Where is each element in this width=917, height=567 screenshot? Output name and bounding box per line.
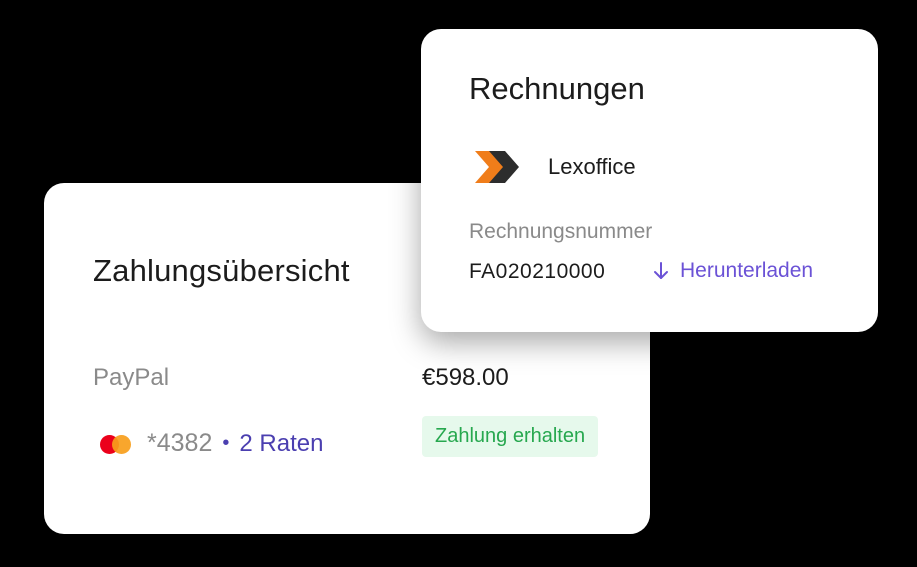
card-info-row: *4382 • 2 Raten <box>100 429 323 458</box>
invoices-card: Rechnungen Lexoffice Rechnungsnummer FA0… <box>421 29 878 332</box>
separator-dot: • <box>222 432 230 454</box>
installments-label: 2 Raten <box>239 429 324 457</box>
provider-row: Lexoffice <box>473 147 636 187</box>
provider-name: Lexoffice <box>548 154 636 179</box>
card-number: *4382 <box>147 429 213 457</box>
payment-method: PayPal <box>93 364 170 391</box>
arrow-down-icon <box>654 262 668 279</box>
lexoffice-logo-icon <box>475 151 519 183</box>
mastercard-icon <box>100 434 133 454</box>
download-label[interactable]: Herunterladen <box>680 259 813 283</box>
invoice-number-label: Rechnungsnummer <box>469 220 653 243</box>
status-badge: Zahlung erhalten <box>422 416 599 457</box>
invoices-title: Rechnungen <box>469 71 645 106</box>
invoice-number: FA020210000 <box>469 260 606 283</box>
download-link[interactable]: Herunterladen <box>652 259 813 283</box>
payment-amount: €598.00 <box>422 364 509 391</box>
payment-overview-title: Zahlungsübersicht <box>93 253 350 288</box>
